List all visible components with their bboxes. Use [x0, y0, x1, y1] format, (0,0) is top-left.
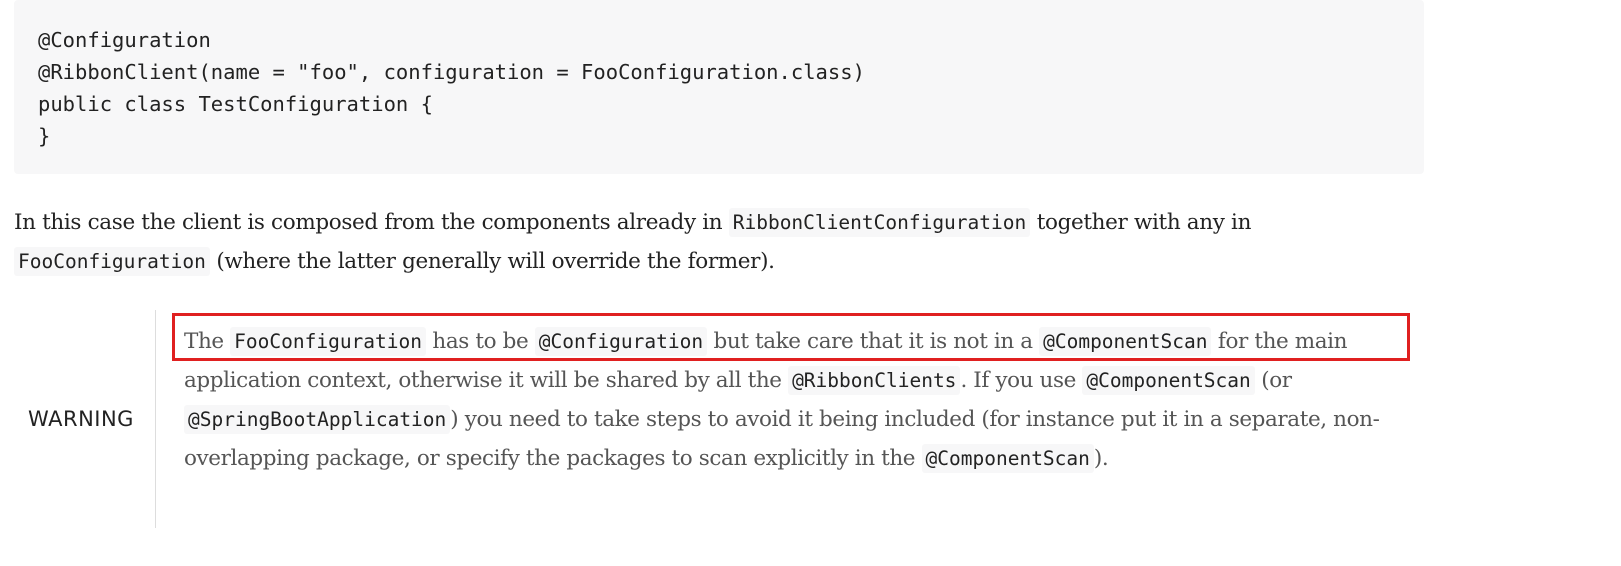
- warning-content: The FooConfiguration has to be @Configur…: [184, 322, 1414, 478]
- inline-code: FooConfiguration: [14, 247, 210, 276]
- inline-code: FooConfiguration: [230, 327, 426, 356]
- paragraph-text: together with any in: [1030, 210, 1252, 235]
- inline-code: @ComponentScan: [1082, 366, 1255, 395]
- warning-admonition: WARNING The FooConfiguration has to be @…: [0, 310, 1450, 528]
- code-line: @RibbonClient(name = "foo", configuratio…: [38, 60, 865, 84]
- paragraph-text: In this case the client is composed from…: [14, 210, 729, 235]
- code-line: }: [38, 124, 51, 148]
- inline-code: @Configuration: [534, 327, 708, 356]
- code-line: @Configuration: [38, 28, 211, 52]
- admonition-divider: [155, 310, 156, 528]
- code-line: public class TestConfiguration {: [38, 92, 433, 116]
- inline-code: @ComponentScan: [921, 444, 1094, 473]
- inline-code: @RibbonClients: [788, 366, 961, 395]
- warning-label: WARNING: [28, 407, 134, 431]
- code-block: @Configuration @RibbonClient(name = "foo…: [14, 0, 1424, 174]
- warning-text: (or: [1254, 368, 1292, 393]
- warning-text: . If you use: [960, 368, 1083, 393]
- warning-text: ).: [1093, 446, 1109, 471]
- inline-code: @SpringBootApplication: [184, 405, 451, 434]
- warning-text: The: [184, 329, 231, 354]
- warning-text: but take care that it is not in a: [707, 329, 1040, 354]
- inline-code: @ComponentScan: [1039, 327, 1212, 356]
- body-paragraph: In this case the client is composed from…: [14, 203, 1434, 281]
- paragraph-text: (where the latter generally will overrid…: [209, 249, 775, 274]
- warning-text: has to be: [426, 329, 535, 354]
- inline-code: RibbonClientConfiguration: [728, 208, 1031, 237]
